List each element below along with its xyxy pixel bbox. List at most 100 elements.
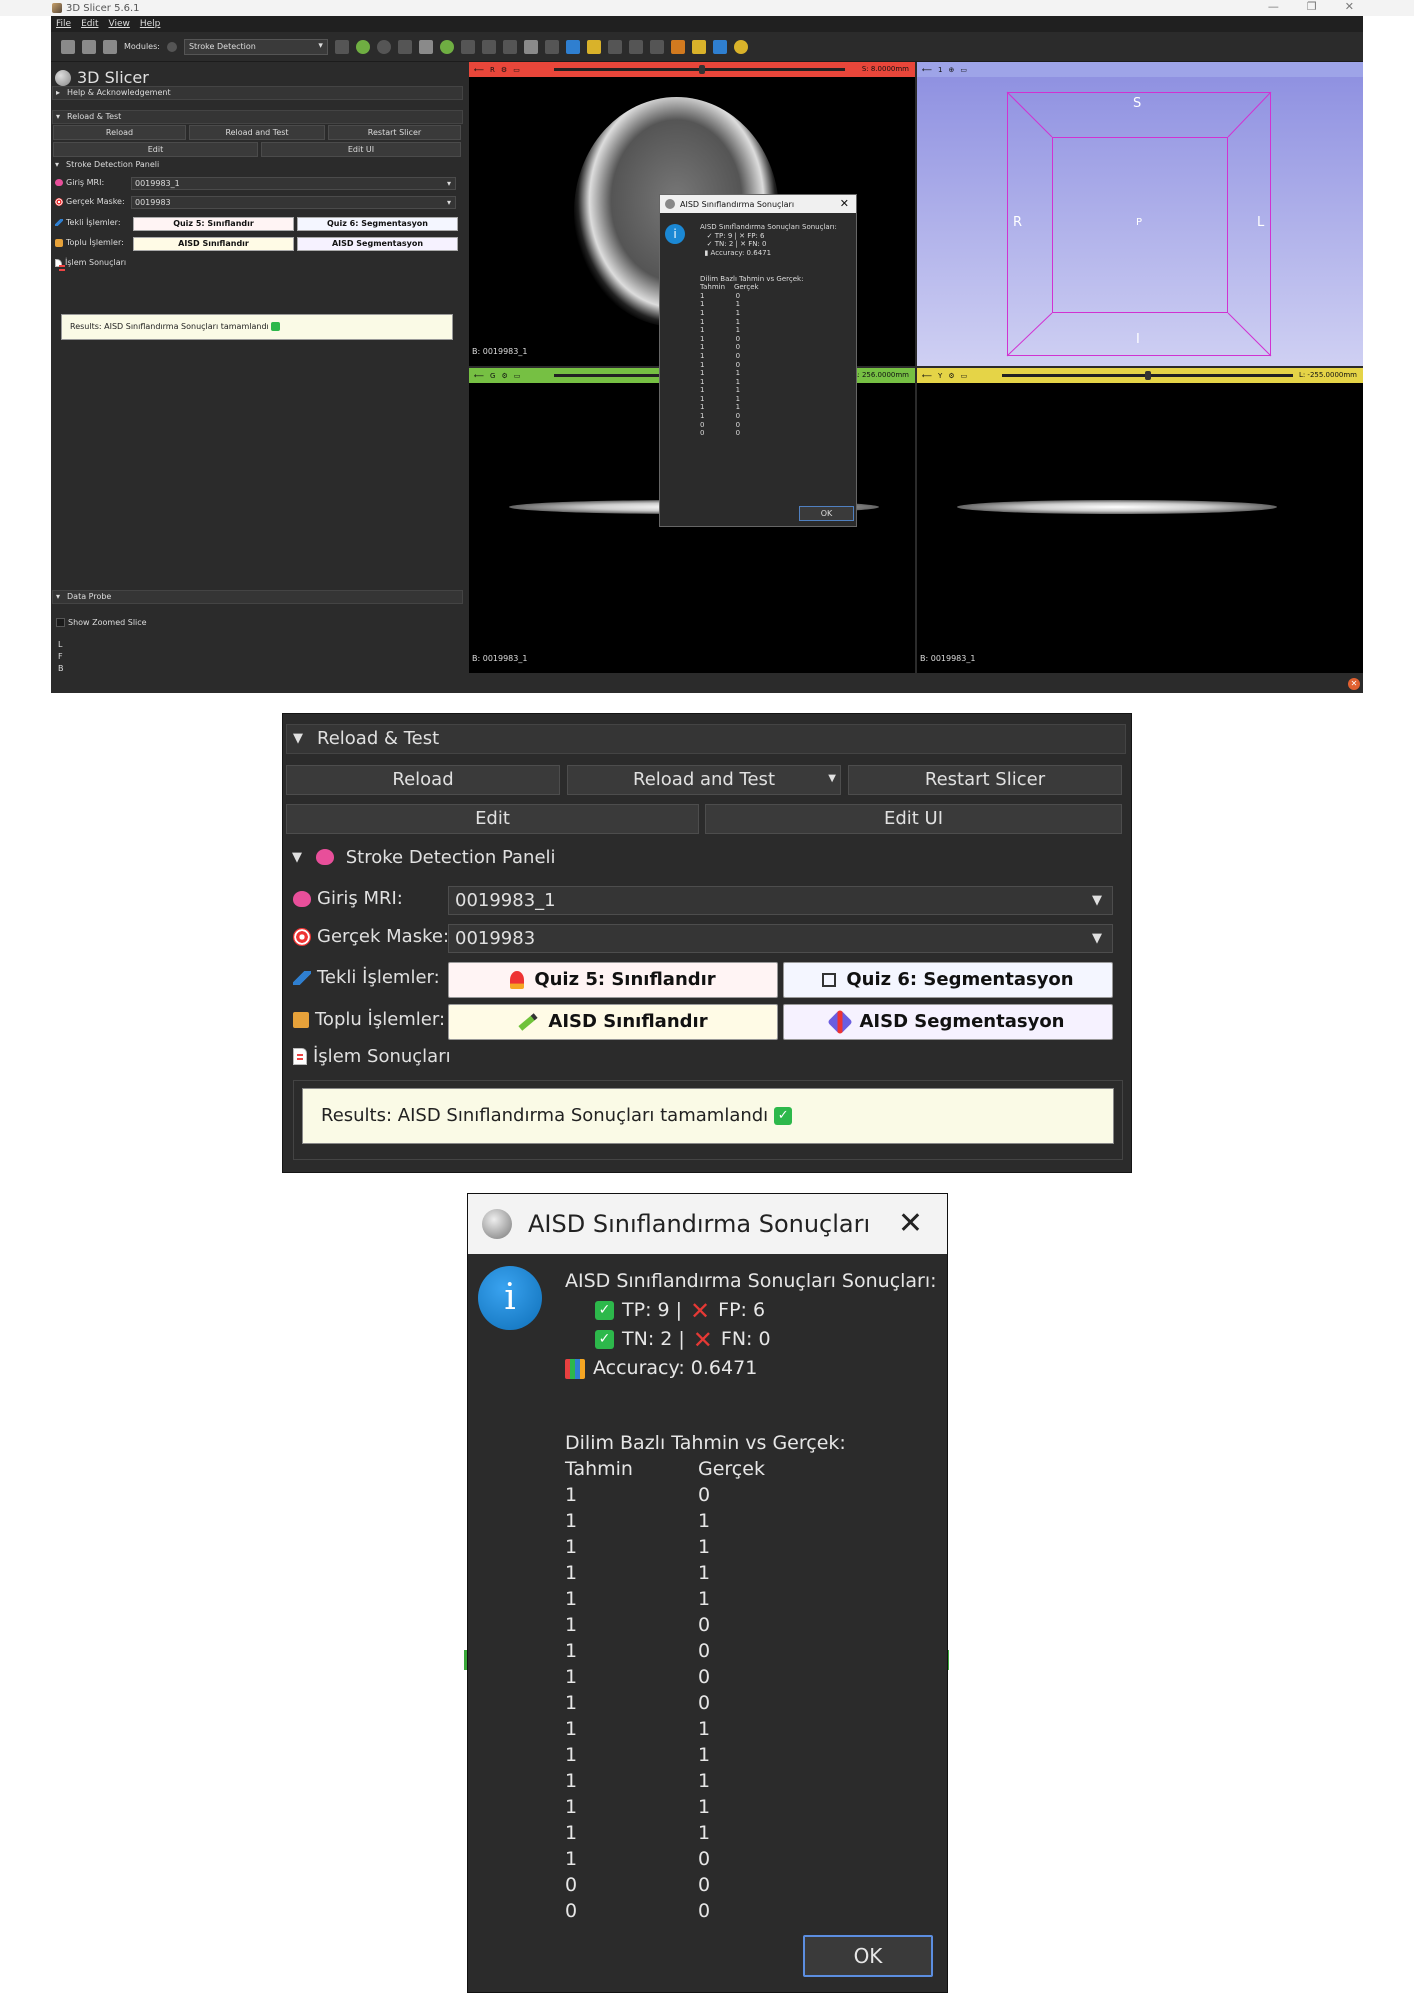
restart-slicer-button[interactable]: Restart Slicer [328, 125, 461, 140]
view-options-icon[interactable]: ▭ [961, 372, 968, 380]
edit-ui-button[interactable]: Edit UI [705, 804, 1122, 834]
models-icon[interactable] [439, 39, 454, 54]
input-mri-combo[interactable]: 0019983_1 ▼ [448, 886, 1113, 915]
aisd-segment-button[interactable]: AISD Segmentasyon [783, 1004, 1113, 1040]
chevron-down-icon[interactable]: ▼ [828, 765, 836, 793]
input-mri-value: 0019983_1 [455, 890, 556, 911]
pin-icon[interactable]: ⟵ [474, 372, 484, 380]
link-icon[interactable]: ⚙ [501, 372, 507, 380]
data-module-icon[interactable] [397, 39, 412, 54]
edit-ui-button[interactable]: Edit UI [261, 142, 461, 157]
edit-button[interactable]: Edit [53, 142, 258, 157]
reload-and-test-button[interactable]: Reload and Test ▼ [567, 765, 841, 795]
true-cell: 1 [698, 1770, 711, 1792]
target-icon [55, 197, 63, 206]
scene-view-icon[interactable] [649, 39, 664, 54]
view-options-icon[interactable]: ▭ [513, 66, 520, 74]
quiz6-segment-button[interactable]: Quiz 6: Segmentasyon [783, 962, 1113, 998]
reload-button[interactable]: Reload [53, 125, 186, 140]
chevron-down-icon[interactable]: ▼ [1092, 925, 1102, 952]
stroke-section-header[interactable]: Stroke Detection Paneli [286, 844, 1126, 874]
pin-icon[interactable]: ⟵ [474, 66, 484, 74]
dicom-icon[interactable] [82, 39, 96, 54]
fiducial-place-icon[interactable] [670, 39, 685, 54]
col-true: Gerçek [698, 1458, 765, 1480]
save-icon[interactable] [103, 39, 117, 54]
gt-mask-combo[interactable]: 0019983 ▼ [448, 924, 1113, 953]
module-history-icon[interactable] [334, 39, 349, 54]
data-probe-header[interactable]: Data Probe [52, 590, 463, 604]
extension-manager-icon[interactable] [712, 39, 727, 54]
help-section-header[interactable]: Help & Acknowledgement [52, 86, 463, 100]
yellow-slice-knob[interactable] [1145, 371, 1151, 380]
reload-and-test-button[interactable]: Reload and Test [189, 125, 325, 140]
mini-aisd-class-button[interactable]: AISD Sınıflandır [133, 237, 294, 251]
markups-icon[interactable] [481, 39, 496, 54]
reload-test-section-header[interactable]: Reload & Test [286, 724, 1126, 754]
box-icon [55, 238, 63, 247]
mini-aisd-seg-button[interactable]: AISD Segmentasyon [297, 237, 458, 251]
module-selector[interactable]: Stroke Detection [183, 38, 328, 55]
mini-quiz5-button[interactable]: Quiz 5: Sınıflandır [133, 217, 294, 231]
crosshair-icon[interactable] [565, 39, 580, 54]
tp-fp-line: ✓ TP: 9 | ✕ FP: 6 [565, 1296, 937, 1325]
yellow-slice-view[interactable]: ⟵ Y ⚙ ▭ L: -255.0000mm B: 0019983_1 [917, 368, 1363, 673]
mini-input-mri-row: Giriş MRI: [55, 178, 104, 187]
mini-single-ops-label: Tekli İşlemler: [66, 218, 121, 227]
ruler-icon[interactable] [586, 39, 601, 54]
ok-button[interactable]: OK [803, 1935, 933, 1977]
segment-editor-icon[interactable] [502, 39, 517, 54]
pin-icon[interactable]: ⟵ [922, 372, 932, 380]
three-d-view[interactable]: ⟵ 1 ⊕ ▭ S R L P I [917, 62, 1363, 366]
mini-dialog-title: AISD Sınıflandırma Sonuçları [680, 199, 795, 209]
mouse-mode-icon[interactable] [544, 39, 559, 54]
load-data-icon[interactable] [61, 39, 75, 54]
menu-edit[interactable]: Edit [81, 19, 98, 29]
reload-button[interactable]: Reload [286, 765, 560, 795]
stroke-section-header[interactable]: Stroke Detection Paneli [52, 159, 463, 173]
restart-slicer-button[interactable]: Restart Slicer [848, 765, 1122, 795]
error-log-icon[interactable]: ✕ [1348, 678, 1360, 690]
extension-icon[interactable] [691, 39, 706, 54]
mini-quiz6-button[interactable]: Quiz 6: Segmentasyon [297, 217, 458, 231]
close-icon[interactable]: ✕ [1345, 0, 1354, 13]
close-icon[interactable]: ✕ [840, 197, 849, 210]
menu-help[interactable]: Help [140, 19, 161, 29]
mini-dialog-ok-button[interactable]: OK [799, 506, 854, 521]
back-arrow-icon[interactable] [355, 39, 370, 54]
transforms-icon[interactable] [460, 39, 475, 54]
capture-icon[interactable] [628, 39, 643, 54]
show-zoomed-checkbox[interactable] [56, 618, 65, 627]
reload-section-header[interactable]: Reload & Test [52, 110, 463, 124]
menu-view[interactable]: View [109, 19, 130, 29]
chevron-down-icon[interactable]: ▼ [1092, 887, 1102, 914]
minimize-icon[interactable]: — [1268, 0, 1279, 13]
quiz5-classify-button[interactable]: Quiz 5: Sınıflandır [448, 962, 778, 998]
mini-gt-mask-combo[interactable]: 0019983 [131, 196, 456, 209]
link-icon[interactable]: ⚙ [501, 66, 507, 74]
edit-button[interactable]: Edit [286, 804, 699, 834]
forward-arrow-icon[interactable] [376, 39, 391, 54]
restore-icon[interactable]: ❐ [1307, 0, 1317, 13]
reload-and-test-label: Reload and Test [633, 769, 775, 790]
yellow-view-bar[interactable]: ⟵ Y ⚙ ▭ L: -255.0000mm [917, 368, 1363, 383]
volumes-icon[interactable] [418, 39, 433, 54]
red-view-bar[interactable]: ⟵ R ⚙ ▭ S: 8.0000mm [469, 62, 915, 77]
table-row: 10 [565, 1692, 710, 1714]
view-options-icon[interactable]: ▭ [514, 372, 521, 380]
module-search-icon[interactable] [166, 41, 177, 52]
screenshot-icon[interactable] [607, 39, 622, 54]
close-icon[interactable]: ✕ [898, 1206, 923, 1241]
menu-file[interactable]: File [56, 19, 71, 29]
mini-input-mri-combo[interactable]: 0019983_1 [131, 177, 456, 190]
show-zoomed-row[interactable]: Show Zoomed Slice [56, 618, 147, 627]
green-view-volume-label: B: 0019983_1 [472, 654, 528, 663]
python-console-icon[interactable] [733, 39, 748, 54]
check-icon: ✓ [595, 1330, 614, 1349]
layout-icon[interactable] [523, 39, 538, 54]
aisd-classify-button[interactable]: AISD Sınıflandır [448, 1004, 778, 1040]
red-slice-knob[interactable] [699, 65, 705, 74]
true-cell: 1 [698, 1510, 711, 1532]
link-icon[interactable]: ⚙ [948, 372, 954, 380]
green-slice-offset: A: 256.0000mm [852, 371, 909, 379]
